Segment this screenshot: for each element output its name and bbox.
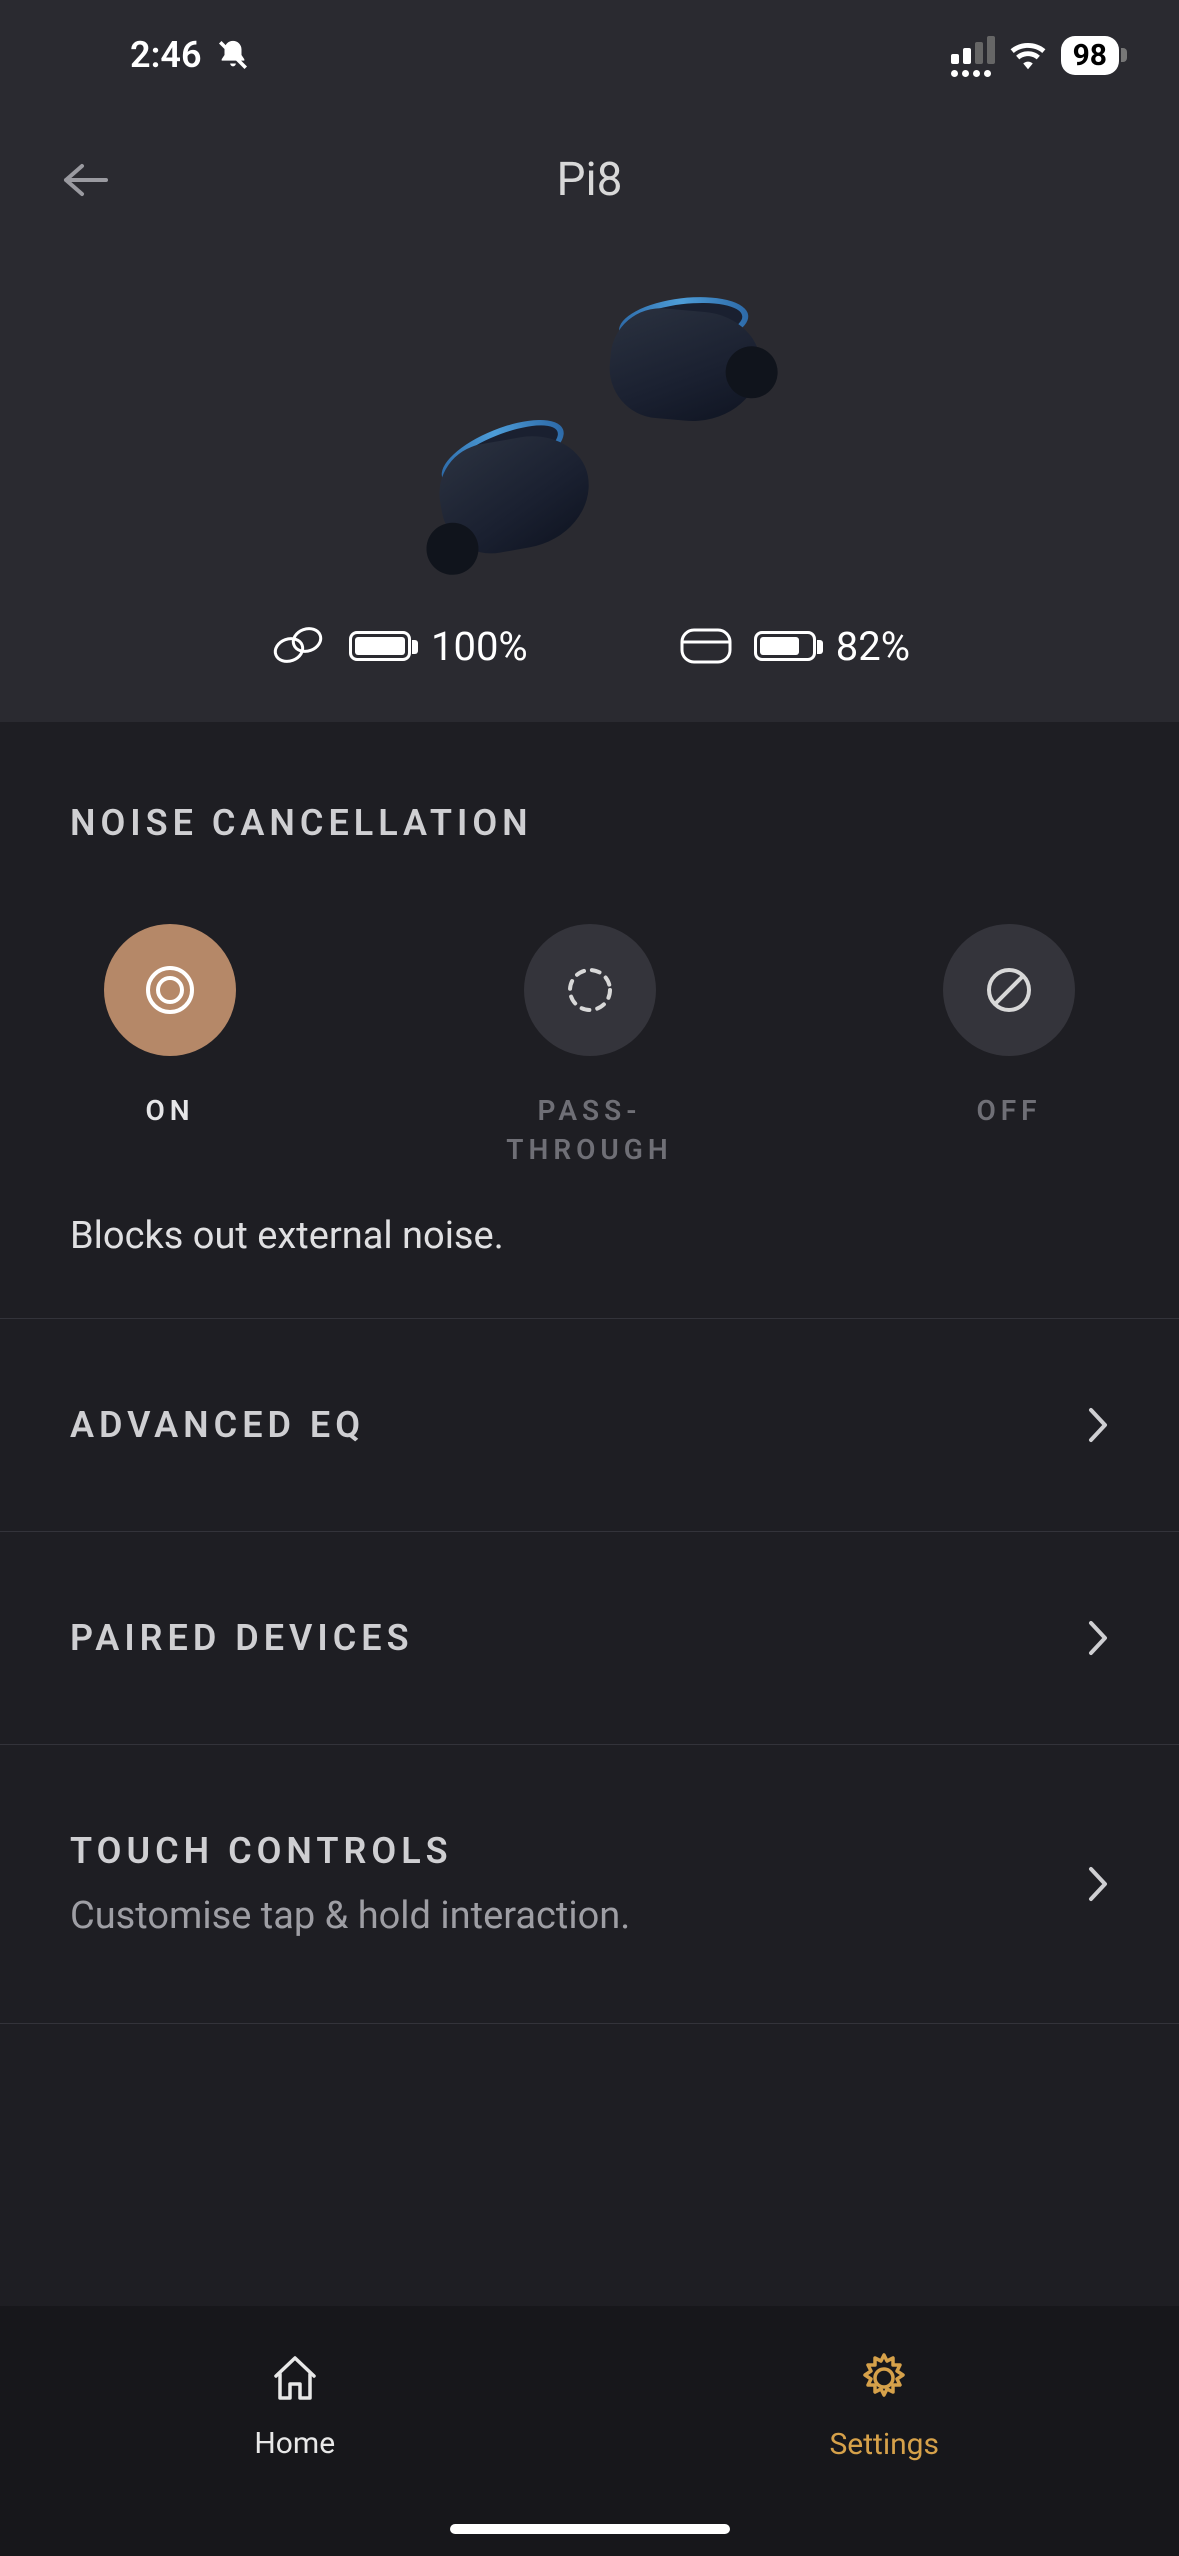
home-icon — [268, 2352, 322, 2408]
earbuds-battery: 100% — [269, 620, 528, 672]
product-hero: 100% 82% — [0, 250, 1179, 722]
home-indicator[interactable] — [450, 2524, 730, 2534]
product-image — [420, 280, 760, 580]
tab-settings[interactable]: Settings — [590, 2306, 1179, 2506]
noise-cancellation-title: NOISE CANCELLATION — [70, 802, 1109, 844]
silent-mode-icon — [216, 37, 250, 73]
status-time: 2:46 — [130, 34, 202, 76]
noise-cancellation-section: NOISE CANCELLATION ON — [0, 722, 1179, 1319]
gear-icon — [857, 2351, 911, 2409]
cellular-signal-icon — [951, 34, 995, 77]
anc-off-label: OFF — [976, 1091, 1041, 1130]
page-title: Pi8 — [0, 153, 1179, 207]
status-bar: 2:46 98 — [0, 0, 1179, 110]
tab-home-label: Home — [254, 2426, 335, 2461]
menu-touch-controls[interactable]: TOUCH CONTROLS Customise tap & hold inte… — [0, 1745, 1179, 2024]
case-icon — [678, 624, 734, 668]
case-battery-value: 82% — [836, 623, 910, 670]
battery-icon — [754, 631, 816, 661]
battery-icon — [349, 631, 411, 661]
status-battery: 98 — [1061, 36, 1119, 75]
anc-description: Blocks out external noise. — [70, 1214, 1109, 1258]
earbuds-battery-value: 100% — [431, 623, 528, 670]
case-battery: 82% — [678, 623, 910, 670]
chevron-right-icon — [1085, 1865, 1109, 1903]
anc-mode-passthrough[interactable]: PASS-THROUGH — [490, 924, 690, 1169]
chevron-right-icon — [1085, 1406, 1109, 1444]
chevron-right-icon — [1085, 1619, 1109, 1657]
menu-advanced-eq-title: ADVANCED EQ — [70, 1404, 365, 1446]
anc-passthrough-icon — [524, 924, 656, 1056]
tab-settings-label: Settings — [829, 2427, 939, 2462]
page-header: Pi8 — [0, 110, 1179, 250]
earbuds-icon — [269, 620, 329, 672]
menu-paired-devices-title: PAIRED DEVICES — [70, 1617, 414, 1659]
tab-home[interactable]: Home — [0, 2306, 590, 2506]
wifi-icon — [1009, 40, 1047, 70]
menu-advanced-eq[interactable]: ADVANCED EQ — [0, 1319, 1179, 1532]
menu-paired-devices[interactable]: PAIRED DEVICES — [0, 1532, 1179, 1745]
anc-on-icon — [104, 924, 236, 1056]
menu-touch-controls-title: TOUCH CONTROLS — [70, 1830, 630, 1872]
anc-mode-on[interactable]: ON — [70, 924, 270, 1169]
back-button[interactable] — [55, 150, 115, 210]
anc-off-icon — [943, 924, 1075, 1056]
menu-touch-controls-subtitle: Customise tap & hold interaction. — [70, 1894, 630, 1938]
anc-passthrough-label: PASS-THROUGH — [506, 1091, 672, 1169]
anc-on-label: ON — [145, 1091, 194, 1130]
tab-bar: Home Settings — [0, 2306, 1179, 2556]
anc-mode-off[interactable]: OFF — [909, 924, 1109, 1169]
